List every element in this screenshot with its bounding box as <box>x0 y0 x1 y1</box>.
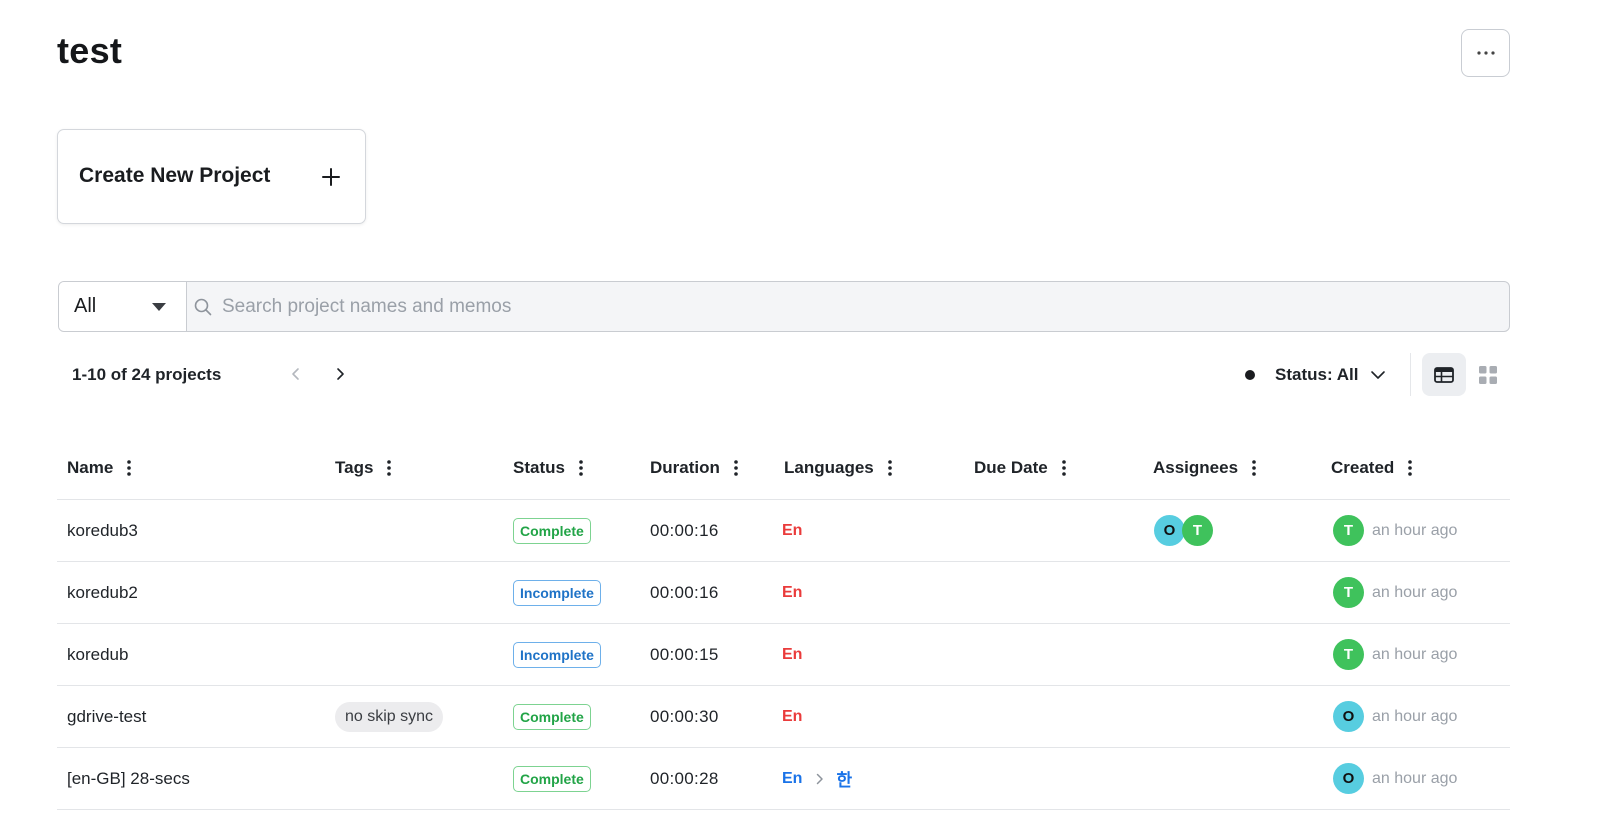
column-menu-icon[interactable] <box>1408 460 1413 476</box>
search-input[interactable] <box>187 282 1509 331</box>
column-menu-icon[interactable] <box>1061 460 1066 476</box>
table-header: Name Tags Status Duration Languages Due … <box>57 438 1510 500</box>
status-badge: Complete <box>513 703 591 730</box>
column-menu-icon[interactable] <box>387 460 392 476</box>
avatar: O <box>1333 763 1364 794</box>
created-cell: T an hour ago <box>1333 624 1457 685</box>
target-language: 한 <box>836 771 853 790</box>
project-name[interactable]: koredub2 <box>67 562 138 623</box>
table-view-icon <box>1434 366 1454 383</box>
search-wrap <box>187 282 1509 331</box>
create-new-project-label: Create New Project <box>79 164 271 187</box>
column-header-duration[interactable]: Duration <box>650 458 738 478</box>
column-menu-icon[interactable] <box>127 460 132 476</box>
column-label: Duration <box>650 458 720 477</box>
column-label: Name <box>67 458 114 477</box>
filter-bar: All <box>58 281 1510 332</box>
more-options-button[interactable] <box>1461 29 1510 77</box>
status-filter-dropdown[interactable]: Status: All <box>1243 360 1386 390</box>
column-menu-icon[interactable] <box>579 460 583 476</box>
project-name[interactable]: [en-GB] 28-secs <box>67 748 190 809</box>
column-header-name[interactable]: Name <box>67 458 132 478</box>
chevron-right-icon <box>817 773 824 784</box>
grid-view-button[interactable] <box>1470 353 1506 396</box>
source-language: En <box>782 583 803 601</box>
projects-table: Name Tags Status Duration Languages Due … <box>57 438 1510 810</box>
column-menu-icon[interactable] <box>734 460 738 476</box>
project-name[interactable]: koredub <box>67 624 128 685</box>
source-language: En <box>782 645 803 663</box>
avatar: T <box>1333 577 1364 608</box>
avatar: T <box>1333 515 1364 546</box>
duration-value: 00:00:28 <box>650 768 719 788</box>
table-row[interactable]: gdrive-test no skip sync Complete 00:00:… <box>57 686 1510 748</box>
scope-select[interactable]: All <box>59 282 187 331</box>
language-pair: En 한 <box>782 748 852 809</box>
project-name[interactable]: koredub3 <box>67 500 138 561</box>
created-time: an hour ago <box>1372 521 1458 539</box>
column-header-created[interactable]: Created <box>1331 458 1413 478</box>
chevron-down-icon <box>1371 371 1386 379</box>
grid-view-icon <box>1479 365 1497 384</box>
status-badge: Complete <box>513 517 591 544</box>
page-title: test <box>57 30 123 71</box>
column-header-due-date[interactable]: Due Date <box>974 458 1066 478</box>
tag-chip[interactable]: no skip sync <box>335 701 444 732</box>
duration-value: 00:00:16 <box>650 520 719 540</box>
scope-select-value: All <box>74 295 97 317</box>
avatar: T <box>1333 639 1364 670</box>
column-menu-icon[interactable] <box>887 460 892 476</box>
column-header-languages[interactable]: Languages <box>784 458 892 478</box>
create-new-project-card[interactable]: Create New Project <box>57 129 366 224</box>
status-badge: Incomplete <box>513 579 601 606</box>
plus-icon <box>322 168 340 186</box>
created-time: an hour ago <box>1372 645 1458 663</box>
table-row[interactable]: koredub3 Complete 00:00:16 En O T T an h… <box>57 500 1510 562</box>
pagination-count: 1-10 of 24 projects <box>72 365 222 384</box>
status-filter-label: Status: All <box>1275 365 1359 384</box>
duration-value: 00:00:15 <box>650 644 719 664</box>
project-name[interactable]: gdrive-test <box>67 686 146 747</box>
status-dot-icon <box>1245 370 1255 380</box>
table-view-button[interactable] <box>1422 353 1466 396</box>
column-header-assignees[interactable]: Assignees <box>1153 458 1256 478</box>
chevron-left-icon[interactable] <box>288 365 304 383</box>
avatar[interactable]: O <box>1154 515 1185 546</box>
column-label: Assignees <box>1153 458 1239 477</box>
created-time: an hour ago <box>1372 707 1458 725</box>
assignees-group[interactable]: O T <box>1154 500 1213 561</box>
created-cell: O an hour ago <box>1333 748 1457 809</box>
column-header-tags[interactable]: Tags <box>335 458 392 478</box>
search-icon <box>194 298 212 316</box>
created-time: an hour ago <box>1372 769 1458 787</box>
caret-down-icon <box>152 303 166 311</box>
created-time: an hour ago <box>1372 583 1458 601</box>
column-label: Due Date <box>974 458 1048 477</box>
duration-value: 00:00:30 <box>650 706 719 726</box>
created-cell: T an hour ago <box>1333 500 1457 561</box>
avatar: O <box>1333 701 1364 732</box>
column-label: Status <box>513 458 565 477</box>
table-row[interactable]: koredub2 Incomplete 00:00:16 En T an hou… <box>57 562 1510 624</box>
created-cell: T an hour ago <box>1333 562 1457 623</box>
column-label: Created <box>1331 458 1395 477</box>
column-menu-icon[interactable] <box>1252 460 1256 476</box>
column-label: Languages <box>784 458 874 477</box>
column-label: Tags <box>335 458 374 477</box>
created-cell: O an hour ago <box>1333 686 1457 747</box>
duration-value: 00:00:16 <box>650 582 719 602</box>
source-language: En <box>782 521 803 539</box>
status-badge: Incomplete <box>513 641 601 668</box>
source-language: En <box>782 769 803 787</box>
chevron-right-icon[interactable] <box>332 365 348 383</box>
column-header-status[interactable]: Status <box>513 458 583 478</box>
avatar[interactable]: T <box>1182 515 1213 546</box>
ellipsis-icon <box>1476 51 1495 55</box>
table-row[interactable]: [en-GB] 28-secs Complete 00:00:28 En 한 O… <box>57 748 1510 810</box>
toolbar-divider <box>1410 353 1411 396</box>
table-row[interactable]: koredub Incomplete 00:00:15 En T an hour… <box>57 624 1510 686</box>
status-badge: Complete <box>513 765 591 792</box>
source-language: En <box>782 707 803 725</box>
